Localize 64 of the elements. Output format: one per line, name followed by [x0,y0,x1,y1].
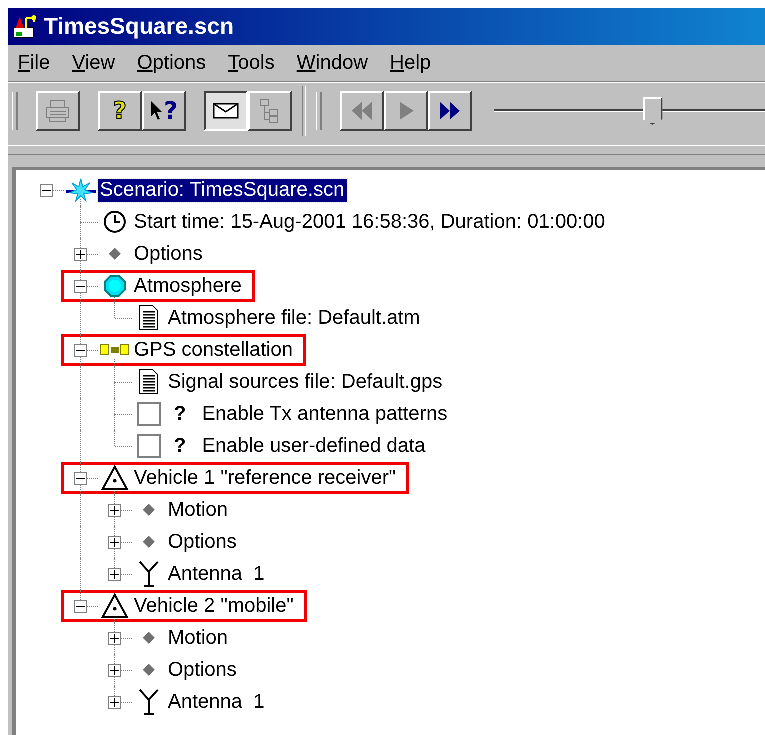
tree-item[interactable]: Options [132,242,205,266]
triangle-icon [101,593,129,619]
expand-toggle[interactable] [108,504,121,517]
document-icon [139,369,159,395]
tree-item[interactable]: Atmosphere file: Default.atm [166,306,422,330]
octagon-icon [104,275,126,297]
checkbox[interactable] [137,434,161,458]
tree-item[interactable]: Motion [166,498,230,522]
expand-toggle[interactable] [108,696,121,709]
tree-item[interactable]: Motion [166,626,230,650]
antenna-icon [138,560,160,588]
menu-item[interactable]: Options [137,52,206,74]
clock-icon [103,210,127,234]
expand-toggle[interactable] [108,536,121,549]
checkbox[interactable] [137,402,161,426]
tree-item[interactable]: Options [166,530,239,554]
app-icon [12,14,38,40]
tree-item[interactable]: Signal sources file: Default.gps [166,370,445,394]
tree-item[interactable]: Atmosphere [132,274,244,298]
document-icon [139,305,159,331]
slider-thumb[interactable] [642,97,663,125]
tree-item[interactable]: Start time: 15-Aug-2001 16:58:36, Duration: 01:00:00 [132,210,608,234]
help-marker: ? [174,402,186,426]
collapse-toggle[interactable] [74,344,87,357]
expand-toggle[interactable] [108,632,121,645]
diamond-icon [143,632,155,644]
window-title: TimesSquare.scn [44,13,234,40]
expand-toggle[interactable] [108,664,121,677]
tree-item[interactable]: Enable user-defined data [200,434,428,458]
tree-item[interactable]: Antenna 1 [166,562,267,586]
menu-item[interactable]: File [18,52,50,74]
collapse-toggle[interactable] [74,280,87,293]
collapse-toggle[interactable] [74,600,87,613]
envelope-icon [212,101,240,121]
collapse-toggle[interactable] [74,472,87,485]
diamond-icon [143,664,155,676]
tree-item[interactable]: Options [166,658,239,682]
context-help-button[interactable]: ? [142,91,186,131]
splitter-bar[interactable] [8,145,765,155]
help-marker: ? [174,434,186,458]
diamond-icon [143,536,155,548]
tree-item[interactable]: Enable Tx antenna patterns [200,402,450,426]
diamond-icon [109,248,121,260]
antenna-icon [138,688,160,716]
printer-icon [44,98,72,124]
menu-item[interactable]: View [72,52,116,74]
starburst-icon [66,177,96,203]
tree-item[interactable]: Vehicle 1 "reference receiver" [132,466,398,490]
tree-item[interactable]: Scenario: TimesSquare.scn [98,178,347,202]
menu-item[interactable]: Window [296,52,368,74]
expand-toggle[interactable] [74,248,87,261]
fast-forward-button[interactable] [428,91,472,131]
diamond-icon [143,504,155,516]
menu-item[interactable]: Help [390,52,432,74]
mail-button[interactable] [204,91,248,131]
linked-squares-icon [100,343,130,357]
tree-item[interactable]: Antenna 1 [166,690,267,714]
triangle-icon [101,465,129,491]
tree-item[interactable]: GPS constellation [132,338,295,362]
expand-toggle[interactable] [108,568,121,581]
menu-item[interactable]: Tools [228,52,275,74]
collapse-toggle[interactable] [40,184,53,197]
tree-item[interactable]: Vehicle 2 "mobile" [132,594,296,618]
pointer-icon [150,99,164,123]
